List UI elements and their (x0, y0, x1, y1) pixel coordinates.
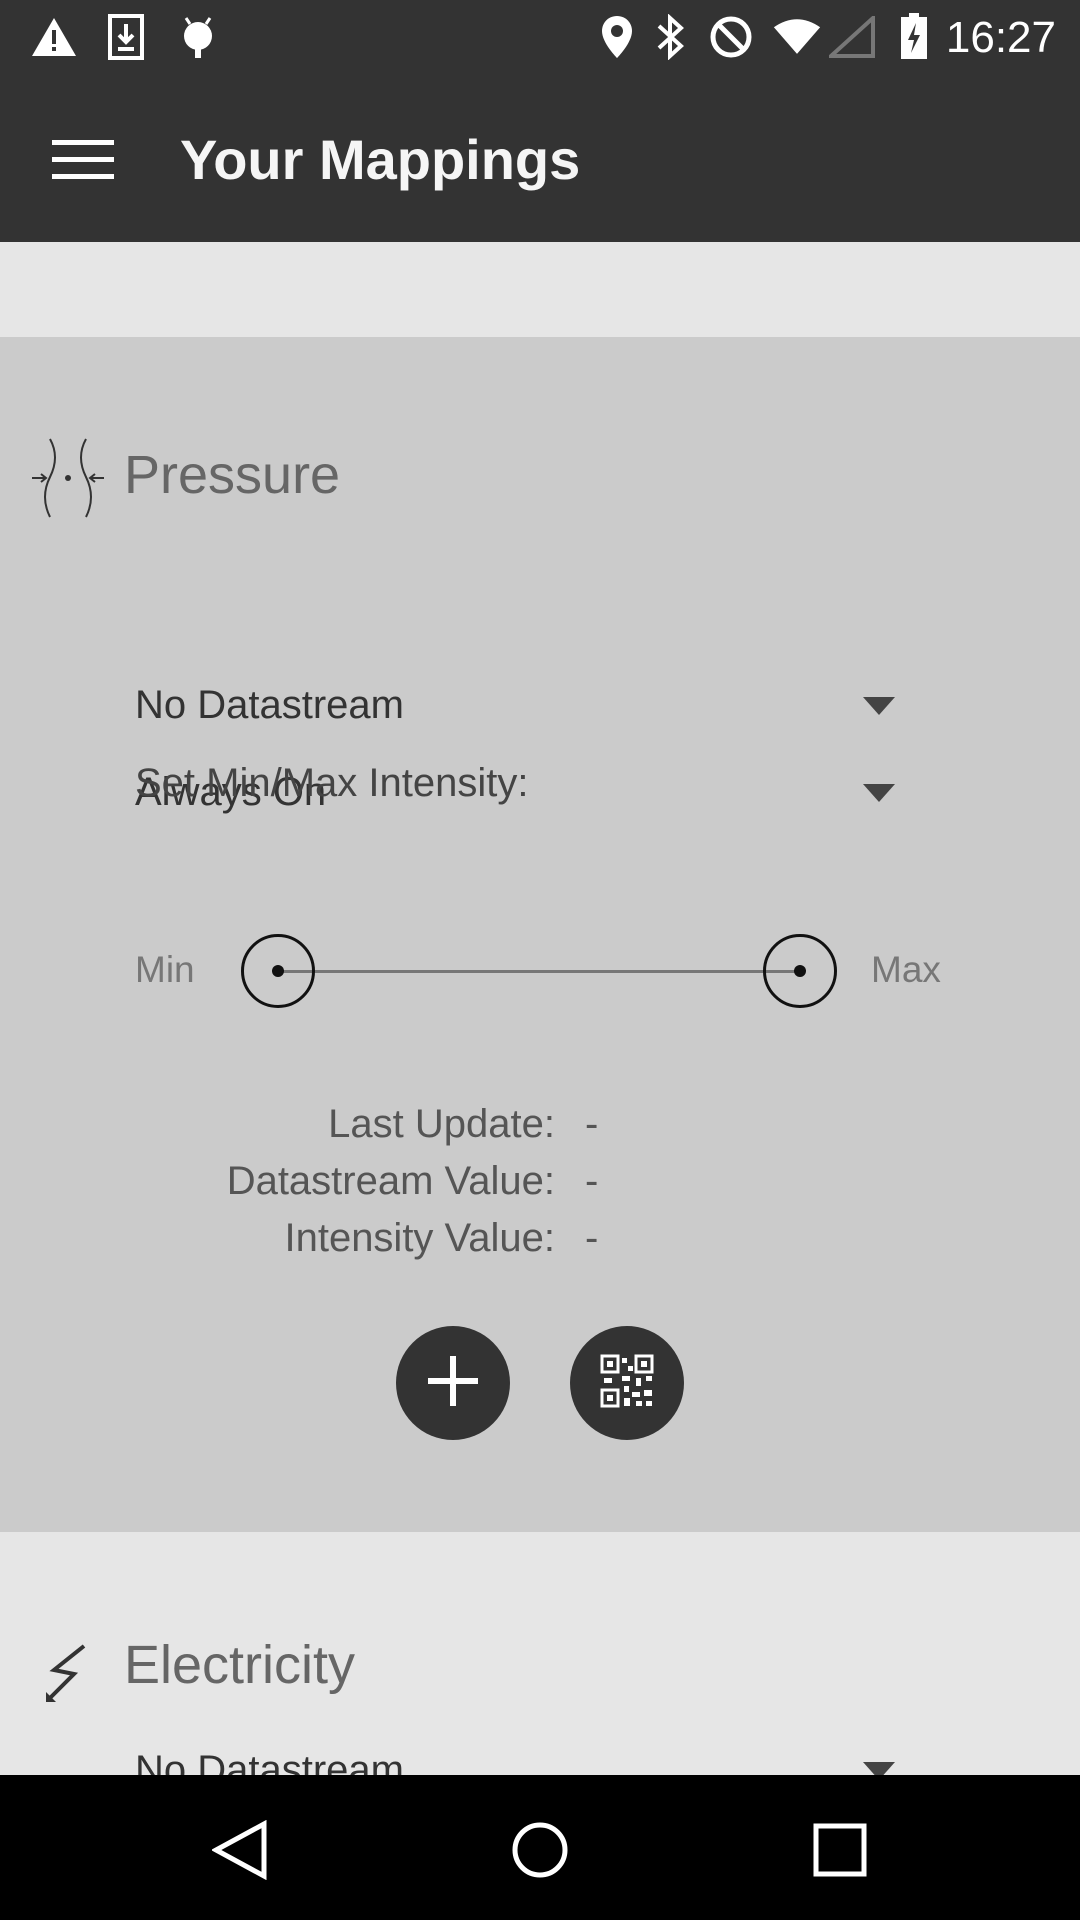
warning-icon (30, 12, 78, 62)
intensity-value-row: Intensity Value: - (0, 1216, 1080, 1272)
electricity-icon (44, 1642, 92, 1709)
previous-card-bottom (0, 242, 1080, 337)
intensity-range-track[interactable] (278, 970, 800, 973)
bluetooth-icon (646, 12, 694, 62)
datastream-value-label: Datastream Value: (226, 1159, 555, 1203)
intensity-value-label: Intensity Value: (284, 1216, 555, 1260)
chevron-down-icon (863, 697, 895, 715)
pressure-card: Pressure No Datastream Always On Set Min… (0, 337, 1080, 1532)
electricity-card: Electricity No Datastream (0, 1532, 1080, 1775)
chevron-down-icon (863, 1762, 895, 1775)
electricity-title: Electricity (124, 1635, 356, 1695)
intensity-min-thumb[interactable] (241, 934, 315, 1008)
datastream-dropdown-label: No Datastream (135, 683, 404, 727)
pressure-title: Pressure (124, 445, 341, 505)
navigation-bar (0, 1775, 1080, 1920)
electricity-datastream-dropdown[interactable]: No Datastream (135, 1740, 895, 1775)
pressure-icon (30, 437, 106, 524)
page-title: Your Mappings (180, 128, 581, 191)
recents-icon[interactable] (795, 1810, 885, 1890)
add-icon (426, 1354, 480, 1413)
intensity-value: - (585, 1216, 599, 1260)
qr-scan-button[interactable] (570, 1326, 684, 1440)
add-button[interactable] (396, 1326, 510, 1440)
datastream-dropdown[interactable]: No Datastream (135, 675, 895, 741)
android-debug-icon (174, 12, 222, 62)
last-update-label: Last Update: (328, 1102, 555, 1146)
app-bar: Your Mappings (0, 75, 1080, 242)
datastream-value-row: Datastream Value: - (0, 1159, 1080, 1215)
electricity-datastream-label: No Datastream (135, 1748, 404, 1775)
back-icon[interactable] (195, 1810, 285, 1890)
datastream-value: - (585, 1159, 599, 1203)
status-bar: 16:27 (0, 0, 1080, 75)
hamburger-menu-icon[interactable] (40, 125, 126, 195)
intensity-heading: Set Min/Max Intensity: (135, 761, 529, 805)
location-icon (593, 12, 641, 62)
intensity-max-thumb[interactable] (763, 934, 837, 1008)
last-update-row: Last Update: - (0, 1102, 1080, 1158)
slider-max-label: Max (871, 949, 941, 990)
chevron-down-icon (863, 784, 895, 802)
qr-code-icon (600, 1354, 654, 1413)
cellular-signal-icon (828, 12, 876, 62)
status-time: 16:27 (945, 13, 1056, 62)
last-update-value: - (585, 1102, 599, 1146)
wifi-icon (773, 12, 821, 62)
download-icon (102, 12, 150, 62)
slider-min-label: Min (135, 949, 195, 990)
do-not-disturb-icon (707, 12, 755, 62)
battery-charging-icon (890, 12, 938, 62)
mappings-list[interactable]: Pressure No Datastream Always On Set Min… (0, 242, 1080, 1775)
home-icon[interactable] (495, 1810, 585, 1890)
